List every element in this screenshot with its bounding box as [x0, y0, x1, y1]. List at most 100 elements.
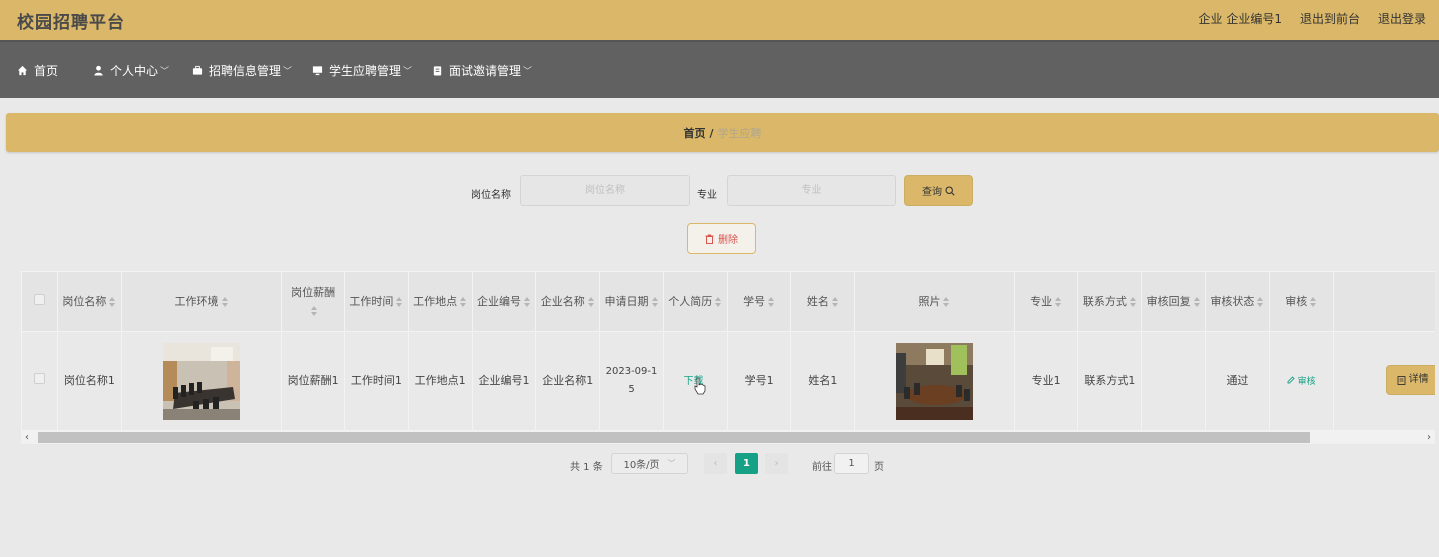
col-header-photo[interactable]: 照片	[854, 271, 1015, 332]
goto-prefix: 前往	[812, 462, 832, 473]
select-all-cell[interactable]	[21, 271, 58, 332]
next-page-button[interactable]: ›	[765, 453, 788, 474]
nav-item-interview-management[interactable]: 面试邀请管理 ﹀	[432, 62, 532, 79]
col-header-review[interactable]: 审核	[1268, 271, 1334, 332]
detail-button-label: 详情	[1408, 374, 1429, 386]
nav-item-application-management[interactable]: 学生应聘管理 ﹀	[312, 62, 412, 79]
sort-icon[interactable]	[768, 296, 775, 307]
col-header-work-time[interactable]: 工作时间	[344, 271, 409, 332]
page-size-select[interactable]: 10条/页 ﹀	[611, 453, 688, 474]
pointer-cursor-icon	[694, 377, 706, 395]
breadcrumb-separator: /	[709, 127, 714, 140]
trash-icon	[705, 234, 714, 244]
col-header-job-name[interactable]: 岗位名称	[57, 271, 122, 332]
header-label: 审核	[1285, 294, 1308, 308]
row-select-cell[interactable]	[21, 331, 58, 431]
pagination-total: 共 1 条	[570, 462, 603, 473]
sort-icon[interactable]	[396, 296, 403, 307]
logout-link[interactable]: 退出登录	[1378, 10, 1426, 27]
col-header-resume[interactable]: 个人简历	[662, 271, 728, 332]
col-header-apply-date[interactable]: 申请日期	[599, 271, 664, 332]
header-label: 岗位名称	[62, 294, 107, 308]
sort-icon[interactable]	[1193, 296, 1201, 307]
sort-icon[interactable]	[109, 296, 116, 307]
page-size-value: 10条/页	[623, 460, 660, 471]
header-label: 申请日期	[604, 294, 649, 308]
student-photo-image[interactable]	[895, 342, 973, 420]
sort-icon[interactable]	[1257, 296, 1264, 307]
col-header-location[interactable]: 工作地点	[407, 271, 473, 332]
breadcrumb-current: 学生应聘	[717, 127, 762, 140]
header-label: 审核状态	[1210, 294, 1255, 308]
cell-resume: 下载	[662, 331, 728, 431]
cell-student-no: 学号1	[726, 331, 792, 431]
nav-item-home[interactable]: 首页	[17, 62, 58, 79]
sort-icon[interactable]	[715, 296, 722, 307]
sort-icon[interactable]	[523, 296, 531, 307]
main-nav: 首页 个人中心 ﹀ 招聘信息管理 ﹀ 学生应聘管理 ﹀ 面试邀请管理 ﹀	[0, 40, 1439, 98]
monitor-icon	[312, 66, 323, 76]
col-header-actions: 操作	[1332, 271, 1435, 332]
prev-page-button[interactable]: ‹	[704, 453, 727, 474]
col-header-review-status[interactable]: 审核状态	[1205, 271, 1270, 332]
document-icon	[1397, 375, 1406, 385]
sort-icon[interactable]	[460, 296, 467, 307]
sort-icon[interactable]	[651, 296, 659, 307]
sort-icon[interactable]	[311, 305, 318, 316]
select-all-checkbox[interactable]	[34, 293, 45, 305]
chevron-down-icon: ﹀	[403, 67, 413, 77]
briefcase-icon	[192, 65, 203, 75]
table-horizontal-scrollbar[interactable]: ‹ ›	[21, 431, 1435, 444]
review-link[interactable]: 审核	[1287, 375, 1316, 387]
home-icon	[17, 65, 28, 76]
scroll-right-icon[interactable]: ›	[1427, 431, 1431, 444]
goto-page-input[interactable]	[834, 453, 869, 474]
sort-icon[interactable]	[1055, 296, 1062, 307]
work-environment-image[interactable]	[163, 342, 241, 420]
back-to-frontend-link[interactable]: 退出到前台	[1300, 10, 1360, 27]
col-header-company-no[interactable]: 企业编号	[471, 271, 537, 332]
chevron-left-icon: ‹	[713, 458, 718, 469]
cell-photo	[854, 331, 1015, 431]
sort-icon[interactable]	[1310, 296, 1317, 307]
top-header: 校园招聘平台 企业 企业编号1 退出到前台 退出登录	[0, 0, 1439, 40]
scroll-left-icon[interactable]: ‹	[25, 431, 29, 444]
nav-item-personal-center[interactable]: 个人中心 ﹀	[93, 62, 169, 79]
nav-label-interview-management: 面试邀请管理	[449, 64, 522, 78]
job-name-label: 岗位名称	[471, 190, 511, 201]
col-header-company-name[interactable]: 企业名称	[535, 271, 601, 332]
job-name-input[interactable]	[520, 175, 690, 206]
cell-student-name: 姓名1	[790, 331, 856, 431]
header-label: 岗位薪酬	[291, 285, 336, 299]
col-header-review-reply[interactable]: 审核回复	[1141, 271, 1207, 332]
col-header-contact[interactable]: 联系方式	[1077, 271, 1143, 332]
sort-icon[interactable]	[587, 296, 595, 307]
row-checkbox[interactable]	[34, 373, 45, 384]
sort-icon[interactable]	[943, 296, 950, 307]
breadcrumb-home[interactable]: 首页	[683, 127, 705, 140]
scrollbar-thumb[interactable]	[38, 432, 1310, 443]
table-row: 岗位名称1 岗位薪酬1 工作时间1 工作地点1 企业编号1 企业名称1 2023…	[21, 331, 1435, 431]
chevron-down-icon: ﹀	[523, 67, 533, 77]
nav-label-job-management: 招聘信息管理	[209, 64, 282, 78]
sort-icon[interactable]	[831, 296, 839, 307]
sort-icon[interactable]	[1129, 296, 1137, 307]
nav-item-job-management[interactable]: 招聘信息管理 ﹀	[192, 62, 292, 79]
sort-icon[interactable]	[221, 296, 229, 307]
col-header-major[interactable]: 专业	[1013, 271, 1079, 332]
col-header-environment[interactable]: 工作环境	[120, 271, 283, 332]
current-user-link[interactable]: 企业 企业编号1	[1199, 10, 1282, 27]
header-label: 工作环境	[174, 294, 219, 308]
col-header-student-no[interactable]: 学号	[726, 271, 792, 332]
col-header-student-name[interactable]: 姓名	[790, 271, 856, 332]
nav-label-application-management: 学生应聘管理	[329, 64, 402, 78]
major-label: 专业	[697, 190, 717, 201]
page-number-button[interactable]: 1	[735, 453, 758, 474]
delete-button[interactable]: 删除	[687, 223, 756, 254]
col-header-salary[interactable]: 岗位薪酬	[281, 271, 345, 332]
detail-button[interactable]: 详情	[1385, 365, 1435, 396]
query-button[interactable]: 查询	[904, 175, 973, 206]
major-input[interactable]	[727, 175, 896, 206]
cell-actions: 详情	[1332, 331, 1435, 431]
header-label: 工作时间	[349, 294, 394, 308]
